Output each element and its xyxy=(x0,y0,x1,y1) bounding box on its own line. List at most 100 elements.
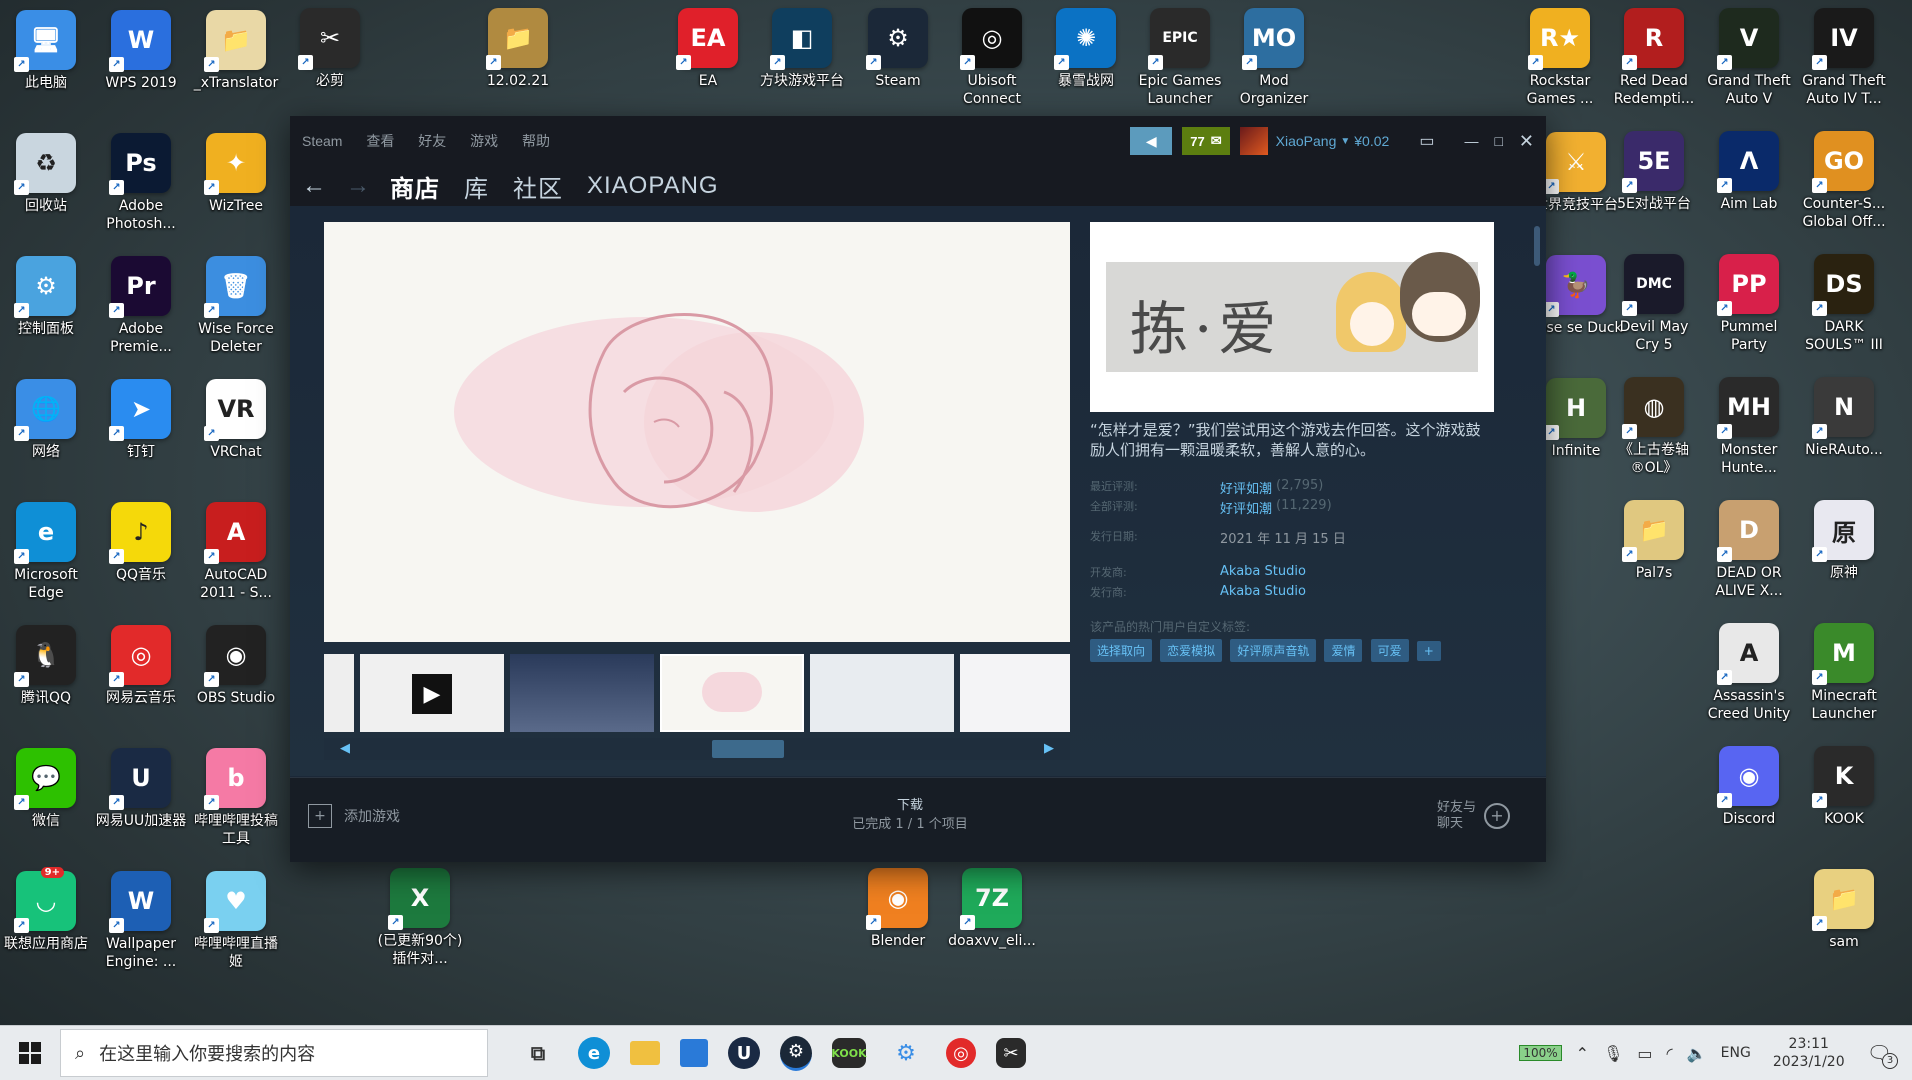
settings-taskbar-icon[interactable]: ⚙ xyxy=(886,1033,926,1073)
desktop-icon[interactable]: Λ ↗ Aim Lab xyxy=(1703,131,1795,213)
desktop-icon[interactable]: R★ ↗ Rockstar Games ... xyxy=(1514,8,1606,108)
menu-steam[interactable]: Steam xyxy=(302,133,342,149)
back-arrow-icon[interactable]: ← xyxy=(302,172,326,200)
input-language[interactable]: ENG xyxy=(1721,1045,1751,1061)
chevron-down-icon[interactable]: ▼ xyxy=(1340,136,1350,147)
desktop-icon[interactable]: ➤ ↗ 钉钉 xyxy=(95,379,187,461)
publisher-link[interactable]: Akaba Studio xyxy=(1220,584,1306,604)
desktop-icon[interactable]: D ↗ DEAD OR ALIVE X... xyxy=(1703,500,1795,600)
desktop-icon[interactable]: M ↗ Minecraft Launcher xyxy=(1798,623,1890,723)
kook-taskbar-icon[interactable]: KOOK xyxy=(831,1038,867,1068)
netease-music-taskbar-icon[interactable]: ◎ xyxy=(946,1038,976,1068)
desktop-icon[interactable]: R ↗ Red Dead Redempti... xyxy=(1608,8,1700,108)
desktop-icon[interactable]: 📁 ↗ 12.02.21 xyxy=(472,8,564,90)
tag-item[interactable]: 可爱 xyxy=(1370,639,1409,662)
desktop-icon[interactable]: b ↗ 哔哩哔哩投稿工具 xyxy=(190,748,282,848)
desktop-icon[interactable]: DS ↗ DARK SOULS™ III xyxy=(1798,254,1890,354)
clock[interactable]: 23:11 2023/1/20 xyxy=(1773,1035,1845,1071)
announce-button[interactable]: ◀ xyxy=(1130,127,1173,155)
desktop-icon[interactable]: N ↗ NieRAuto... xyxy=(1798,377,1890,459)
desktop-icon[interactable]: ◉ ↗ OBS Studio xyxy=(190,625,282,707)
big-picture-icon[interactable]: ▭ xyxy=(1419,131,1434,151)
desktop-icon[interactable]: PP ↗ Pummel Party xyxy=(1703,254,1795,354)
wifi-icon[interactable]: ◜ xyxy=(1667,1044,1673,1063)
desktop-icon[interactable]: A ↗ AutoCAD 2011 - S... xyxy=(190,502,282,602)
tab-profile[interactable]: XIAOPANG xyxy=(587,172,719,200)
username[interactable]: XiaoPang xyxy=(1276,133,1337,149)
add-game-button[interactable]: + 添加游戏 xyxy=(308,804,400,828)
battery-indicator[interactable]: 100% xyxy=(1519,1045,1562,1061)
desktop-icon[interactable]: ✂ ↗ 必剪 xyxy=(284,8,376,90)
desktop-icon[interactable]: VR ↗ VRChat xyxy=(190,379,282,461)
uu-booster-taskbar-icon[interactable]: U xyxy=(728,1037,760,1069)
microphone-icon[interactable]: 🎙 xyxy=(1603,1044,1623,1063)
page-scrollbar[interactable] xyxy=(1534,226,1540,266)
avatar[interactable] xyxy=(1239,127,1268,155)
desktop-icon[interactable]: A ↗ Assassin's Creed Unity xyxy=(1703,623,1795,723)
desktop-icon[interactable]: U ↗ 网易UU加速器 xyxy=(95,748,187,830)
desktop-icon[interactable]: ⚙ ↗ Steam xyxy=(852,8,944,90)
tab-community[interactable]: 社区 xyxy=(513,169,563,204)
desktop-icon[interactable]: ♻ ↗ 回收站 xyxy=(0,133,92,215)
desktop-icon[interactable]: ◎ ↗ Ubisoft Connect xyxy=(946,8,1038,108)
tab-store[interactable]: 商店 xyxy=(390,169,440,204)
desktop-icon[interactable]: 📁 ↗ _xTranslator xyxy=(190,10,282,92)
desktop-icon[interactable]: ◡ ↗ 9+ 联想应用商店 xyxy=(0,867,92,953)
desktop-icon[interactable]: Pr ↗ Adobe Premie... xyxy=(95,256,187,356)
desktop-icon[interactable]: 5E ↗ 5E对战平台 xyxy=(1608,131,1700,213)
file-explorer-icon[interactable] xyxy=(630,1041,660,1065)
thumbnail[interactable] xyxy=(510,654,654,732)
windows-start-button[interactable] xyxy=(0,1026,60,1080)
thumbnail[interactable] xyxy=(810,654,954,732)
developer-link[interactable]: Akaba Studio xyxy=(1220,564,1306,584)
tag-item[interactable]: 爱情 xyxy=(1324,639,1363,662)
desktop-icon[interactable]: ◎ ↗ 网易云音乐 xyxy=(95,625,187,707)
desktop-icon[interactable]: Ps ↗ Adobe Photosh... xyxy=(95,133,187,233)
desktop-icon[interactable]: ✺ ↗ 暴雪战网 xyxy=(1040,8,1132,90)
tag-item[interactable]: 好评原声音轨 xyxy=(1230,639,1317,662)
tag-item[interactable]: 恋爱模拟 xyxy=(1160,639,1223,662)
desktop-icon[interactable]: GO ↗ Counter-S... Global Off... xyxy=(1798,131,1890,231)
desktop-icon[interactable]: e ↗ Microsoft Edge xyxy=(0,502,92,602)
notification-center-button[interactable]: 🗨 3 xyxy=(1867,1041,1898,1069)
desktop-icon[interactable]: EPIC ↗ Epic Games Launcher xyxy=(1134,8,1226,108)
desktop-icon[interactable]: W ↗ Wallpaper Engine: ... xyxy=(95,871,187,971)
desktop-icon[interactable]: 🗑 ↗ Wise Force Deleter xyxy=(190,256,282,356)
maximize-button[interactable]: □ xyxy=(1494,133,1502,149)
desktop-icon[interactable]: 🌐 ↗ 网络 xyxy=(0,379,92,461)
desktop-icon[interactable]: ◧ ↗ 方块游戏平台 xyxy=(756,8,848,90)
chevron-up-icon[interactable]: ⌃ xyxy=(1576,1044,1589,1063)
desktop-icon[interactable]: X ↗ (已更新90个) 插件对... xyxy=(374,868,466,968)
recent-reviews-value[interactable]: 好评如潮 xyxy=(1220,478,1272,498)
download-status[interactable]: 下载 已完成 1 / 1 个项目 xyxy=(810,794,1010,832)
desktop-icon[interactable]: W ↗ WPS 2019 xyxy=(95,10,187,92)
notification-button[interactable]: 77 ✉ xyxy=(1182,127,1230,155)
friends-chat-button[interactable]: 好友与 聊天 + xyxy=(1437,800,1510,832)
thumbnail[interactable] xyxy=(324,654,354,732)
bijian-taskbar-icon[interactable]: ✂ xyxy=(996,1038,1026,1068)
menu-help[interactable]: 帮助 xyxy=(522,133,550,149)
scroll-right-icon[interactable]: ▶ xyxy=(1044,740,1054,756)
task-view-icon[interactable]: ⧉ xyxy=(518,1033,558,1073)
desktop-icon[interactable]: ⚙ ↗ 控制面板 xyxy=(0,256,92,338)
search-box[interactable]: ⌕ 在这里输入你要搜索的内容 xyxy=(60,1029,488,1077)
desktop-icon[interactable]: 🐧 ↗ 腾讯QQ xyxy=(0,625,92,707)
desktop-icon[interactable]: ◉ ↗ Blender xyxy=(852,868,944,950)
desktop-icon[interactable]: V ↗ Grand Theft Auto V xyxy=(1703,8,1795,108)
tag-item[interactable]: 选择取向 xyxy=(1090,639,1153,662)
thumbnail-selected[interactable] xyxy=(660,654,804,732)
desktop-icon[interactable]: DMC ↗ Devil May Cry 5 xyxy=(1608,254,1700,354)
scroll-thumb[interactable] xyxy=(712,740,784,758)
menu-games[interactable]: 游戏 xyxy=(470,133,498,149)
volume-icon[interactable]: 🔈 xyxy=(1687,1044,1707,1063)
desktop-icon[interactable]: K ↗ KOOK xyxy=(1798,746,1890,828)
desktop-icon[interactable]: ♥ ↗ 哔哩哔哩直播姬 xyxy=(190,871,282,971)
desktop-icon[interactable]: IV ↗ Grand Theft Auto IV T... xyxy=(1798,8,1890,108)
close-button[interactable]: ✕ xyxy=(1519,131,1534,152)
desktop-icon[interactable]: ◍ ↗ 《上古卷轴®OL》 xyxy=(1608,377,1700,477)
desktop-icon[interactable]: 原 ↗ 原神 xyxy=(1798,500,1890,582)
scroll-left-icon[interactable]: ◀ xyxy=(340,740,350,756)
minimize-button[interactable]: — xyxy=(1464,133,1478,149)
desktop-icon[interactable]: MO ↗ Mod Organizer xyxy=(1228,8,1320,108)
desktop-icon[interactable]: 📁 ↗ sam xyxy=(1798,869,1890,951)
